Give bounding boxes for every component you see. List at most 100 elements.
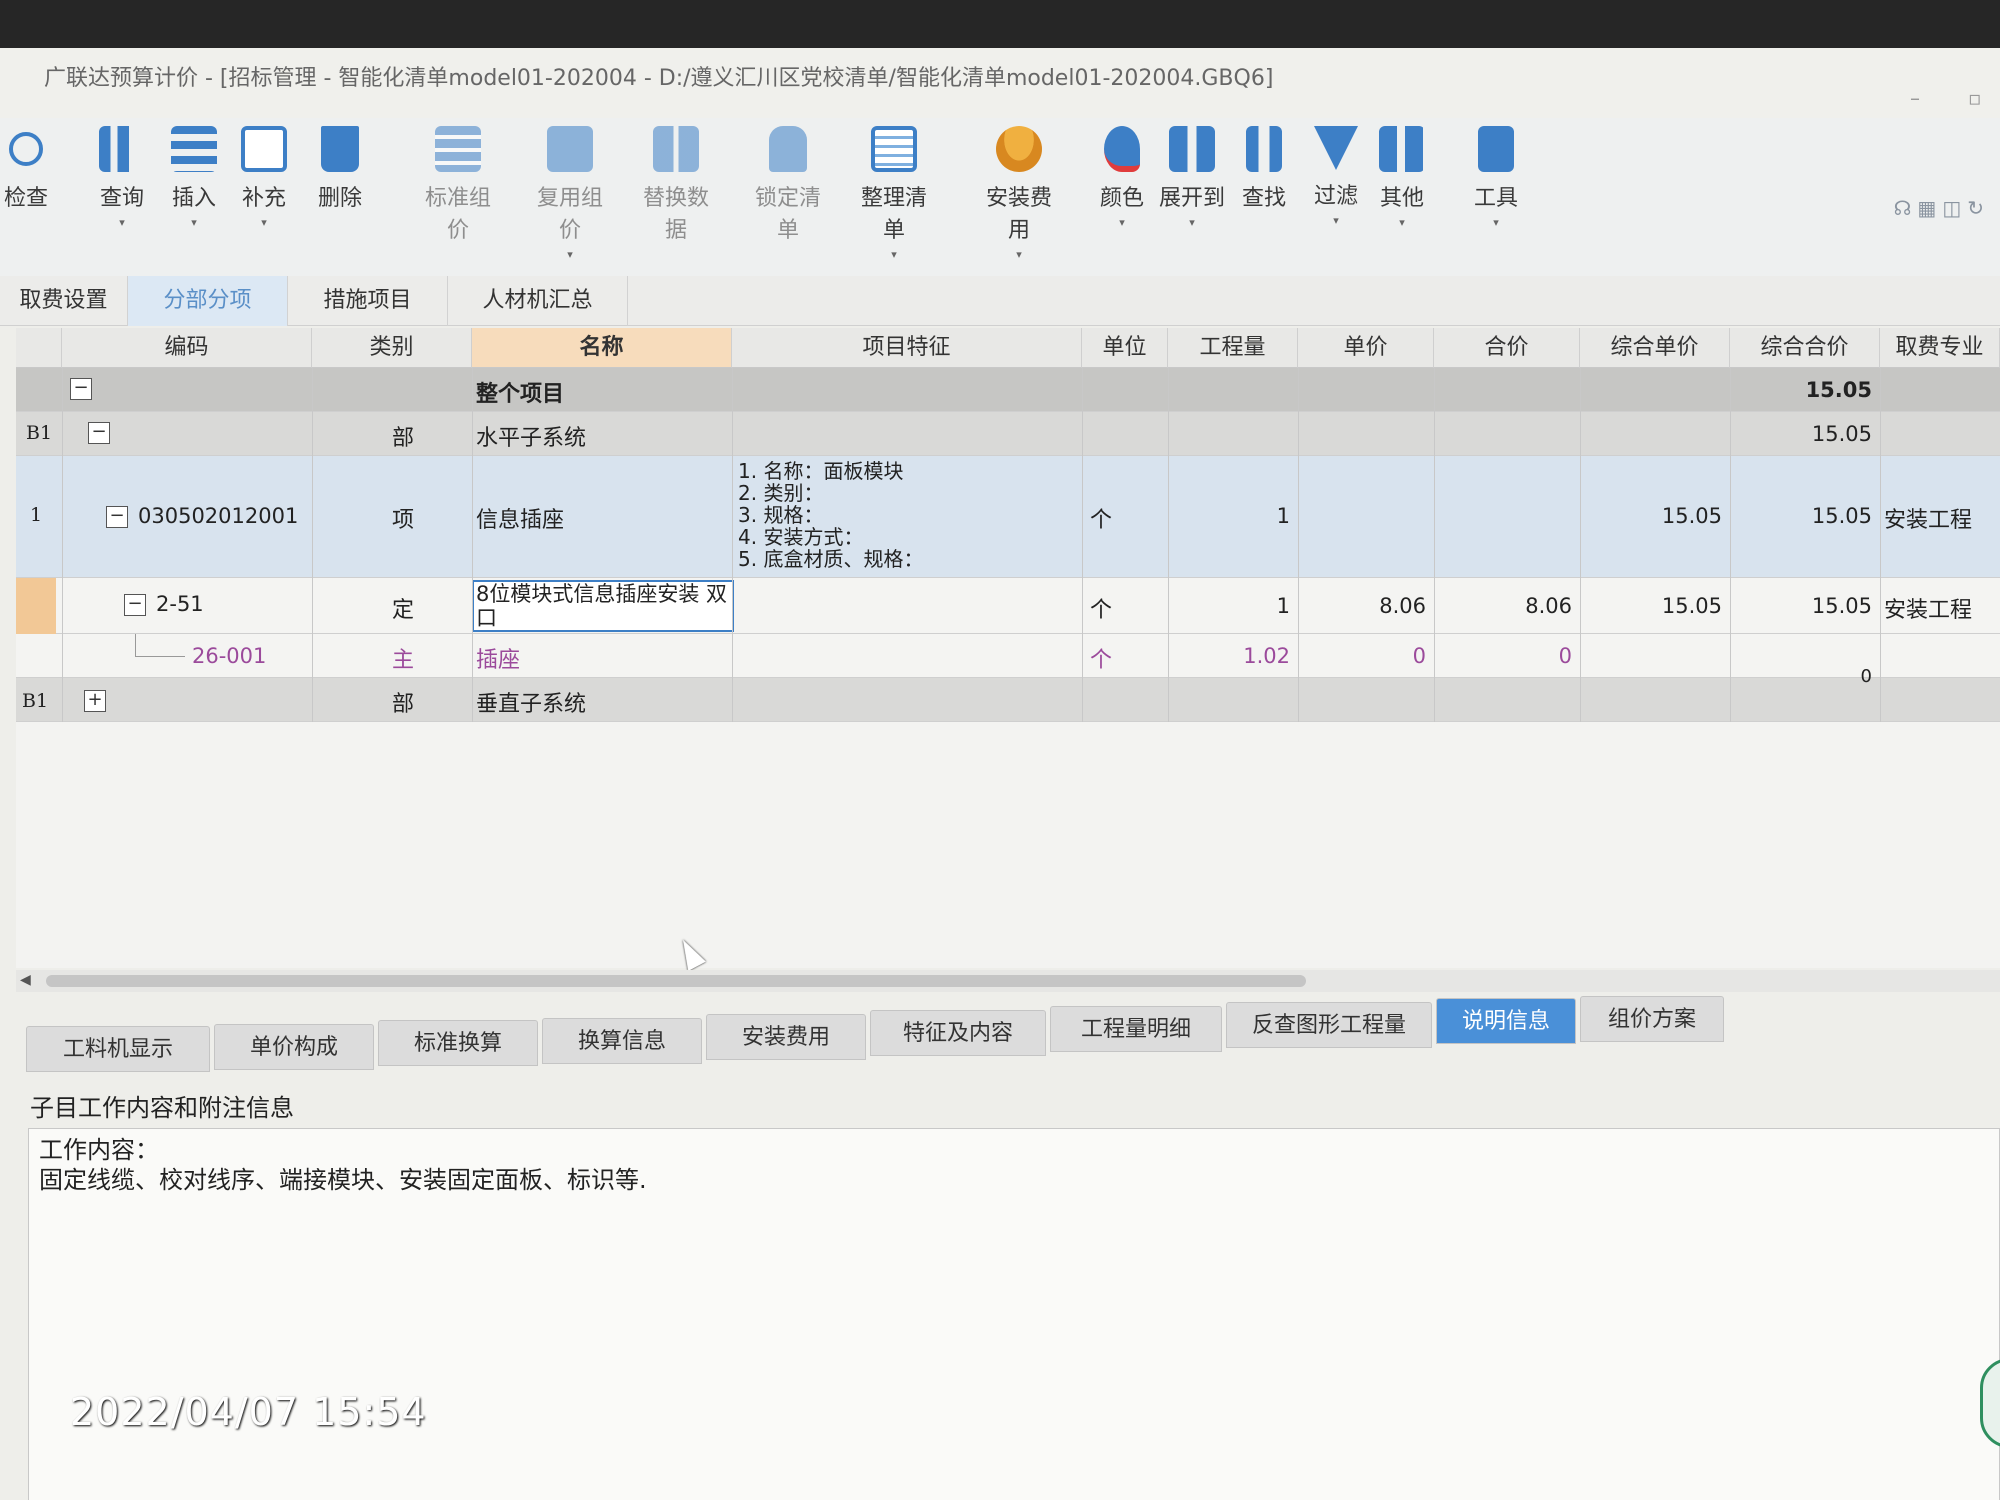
- tab-conversion-info[interactable]: 换算信息: [542, 1018, 702, 1064]
- cell-quantity: 1.02: [1243, 644, 1290, 668]
- header-unit-price[interactable]: 单价: [1298, 328, 1434, 368]
- table-row[interactable]: − 2-51 定 8位模块式信息插座安装 双口 个 1 8.06 8.06 15…: [16, 578, 2000, 634]
- insert-button[interactable]: 插入 ▾: [154, 126, 234, 229]
- other-icon: [1379, 126, 1425, 172]
- tab-measures[interactable]: 措施项目: [288, 276, 448, 326]
- notes-line: 固定线缆、校对线序、端接模块、安装固定面板、标识等.: [39, 1166, 647, 1194]
- cell-type: 定: [392, 598, 415, 623]
- scroll-left-icon[interactable]: ◀: [20, 972, 31, 988]
- horizontal-scrollbar[interactable]: ◀: [16, 970, 2000, 992]
- cell-feature: 1. 名称：面板模块 2. 类别： 3. 规格： 4. 安装方式： 5. 底盒材…: [738, 460, 924, 570]
- tab-install-fee[interactable]: 安装费用: [706, 1014, 866, 1060]
- cell-comp-total: 15.05: [1805, 378, 1872, 402]
- header-total-price[interactable]: 合价: [1434, 328, 1580, 368]
- find-button[interactable]: 查找: [1224, 126, 1304, 228]
- query-icon: [99, 126, 145, 172]
- tab-reverse-graphic-quantity[interactable]: 反查图形工程量: [1226, 1002, 1432, 1048]
- collapse-toggle[interactable]: −: [88, 422, 110, 444]
- cell-type: 部: [392, 692, 415, 717]
- grid-menu-icon[interactable]: ▦: [1917, 196, 1942, 220]
- table-row[interactable]: B1 + 部 垂直子系统 0: [16, 666, 2000, 722]
- help-icon[interactable]: ☊: [1894, 196, 1918, 220]
- collapse-toggle[interactable]: −: [70, 378, 92, 400]
- tab-description-info[interactable]: 说明信息: [1436, 998, 1576, 1044]
- color-button[interactable]: 颜色 ▾: [1082, 126, 1162, 229]
- cell-comp-total: 15.05: [1811, 504, 1872, 528]
- replace-data-button[interactable]: 替换数据: [636, 126, 716, 260]
- other-button[interactable]: 其他 ▾: [1362, 126, 1442, 229]
- query-button[interactable]: 查询 ▾: [82, 126, 162, 229]
- cell-type: 主: [392, 648, 415, 673]
- tab-quantity-detail[interactable]: 工程量明细: [1050, 1006, 1222, 1052]
- window-title: 广联达预算计价 - [招标管理 - 智能化清单model01-202004 - …: [44, 66, 1274, 91]
- tab-labor-machine[interactable]: 工料机显示: [26, 1026, 210, 1072]
- tab-features-content[interactable]: 特征及内容: [870, 1010, 1046, 1056]
- name-edit-cell[interactable]: 8位模块式信息插座安装 双口: [472, 580, 734, 632]
- cell-comp-total: 0: [1860, 666, 1872, 687]
- lock-icon: [769, 126, 807, 172]
- scrollbar-thumb[interactable]: [46, 975, 1306, 987]
- header-quantity[interactable]: 工程量: [1168, 328, 1298, 368]
- cell-type: 项: [392, 508, 415, 533]
- notes-textbox[interactable]: 工作内容： 固定线缆、校对线序、端接模块、安装固定面板、标识等.: [28, 1128, 2000, 1500]
- item-grid: 编码 类别 名称 项目特征 单位 工程量 单价 合价 综合单价 综合合价 取费专…: [16, 328, 2000, 968]
- cell-quantity: 1: [1276, 504, 1290, 528]
- refresh-icon[interactable]: ↻: [1967, 196, 1990, 220]
- header-fee-category[interactable]: 取费专业: [1880, 328, 2000, 368]
- header-unit[interactable]: 单位: [1082, 328, 1168, 368]
- table-row[interactable]: 26-001 主 插座 个 1.02 0 0: [16, 634, 2000, 678]
- header-feature[interactable]: 项目特征: [732, 328, 1082, 368]
- reuse-pricing-button[interactable]: 复用组价 ▾: [530, 126, 610, 261]
- tab-pricing-scheme[interactable]: 组价方案: [1580, 996, 1724, 1042]
- collapse-toggle[interactable]: −: [106, 506, 128, 528]
- header-comp-total[interactable]: 综合合价: [1730, 328, 1880, 368]
- color-icon: [1104, 126, 1140, 172]
- standard-pricing-button[interactable]: 标准组价: [418, 126, 498, 260]
- tab-fee-settings[interactable]: 取费设置: [0, 276, 128, 326]
- cell-quantity: 1: [1276, 594, 1290, 618]
- cell-total-price: 0: [1558, 644, 1572, 668]
- cell-unit: 个: [1090, 508, 1113, 533]
- expand-toggle[interactable]: +: [84, 690, 106, 712]
- filter-icon: [1314, 126, 1358, 170]
- install-fee-button[interactable]: 安装费用 ▾: [976, 126, 1062, 261]
- check-button[interactable]: 检查: [0, 126, 66, 228]
- tab-standard-conversion[interactable]: 标准换算: [378, 1020, 538, 1066]
- cell-comp-unit-price: 15.05: [1661, 594, 1722, 618]
- header-comp-unit-price[interactable]: 综合单价: [1580, 328, 1730, 368]
- organize-list-button[interactable]: 整理清单 ▾: [854, 126, 934, 261]
- restore-button[interactable]: ▫: [1968, 86, 1982, 110]
- tab-labor-material-summary[interactable]: 人材机汇总: [448, 276, 628, 326]
- replace-data-icon: [653, 126, 699, 172]
- row-index: B1: [26, 422, 53, 444]
- cell-comp-unit-price: 15.05: [1661, 504, 1722, 528]
- header-type[interactable]: 类别: [312, 328, 472, 368]
- lock-list-button[interactable]: 锁定清单: [748, 126, 828, 260]
- window-icon[interactable]: ◫: [1942, 196, 1967, 220]
- cell-fee-category: 安装工程: [1884, 508, 1973, 533]
- cell-name: 整个项目: [476, 382, 565, 407]
- window-extra-icons[interactable]: ☊▦◫↻: [1894, 196, 1990, 220]
- detail-tabs: 工料机显示 单价构成 标准换算 换算信息 安装费用 特征及内容 工程量明细 反查…: [0, 996, 2000, 1072]
- supplement-button[interactable]: 补充 ▾: [224, 126, 304, 229]
- tab-sub-items[interactable]: 分部分项: [128, 276, 288, 326]
- cell-total-price: 8.06: [1525, 594, 1572, 618]
- cell-name: 水平子系统: [476, 426, 587, 451]
- cell-unit-price: 0: [1412, 644, 1426, 668]
- table-row[interactable]: 1 − 030502012001 项 信息插座 1. 名称：面板模块 2. 类别…: [16, 456, 2000, 578]
- collapse-toggle[interactable]: −: [124, 594, 146, 616]
- header-code[interactable]: 编码: [62, 328, 312, 368]
- monitor-bezel: [0, 0, 2000, 52]
- row-index-header: [16, 328, 62, 368]
- expand-to-button[interactable]: 展开到 ▾: [1152, 126, 1232, 229]
- header-name[interactable]: 名称: [472, 328, 732, 368]
- minimize-button[interactable]: –: [1910, 86, 1920, 110]
- cell-fee-category: 安装工程: [1884, 598, 1973, 623]
- tab-price-composition[interactable]: 单价构成: [214, 1024, 374, 1070]
- notes-section-title: 子目工作内容和附注信息: [30, 1094, 294, 1122]
- table-row[interactable]: B1 − 部 水平子系统 15.05: [16, 412, 2000, 456]
- tools-button[interactable]: 工具 ▾: [1456, 126, 1536, 229]
- delete-icon: [321, 126, 359, 172]
- delete-button[interactable]: 删除: [300, 126, 380, 228]
- table-row[interactable]: − 整个项目 15.05: [16, 368, 2000, 412]
